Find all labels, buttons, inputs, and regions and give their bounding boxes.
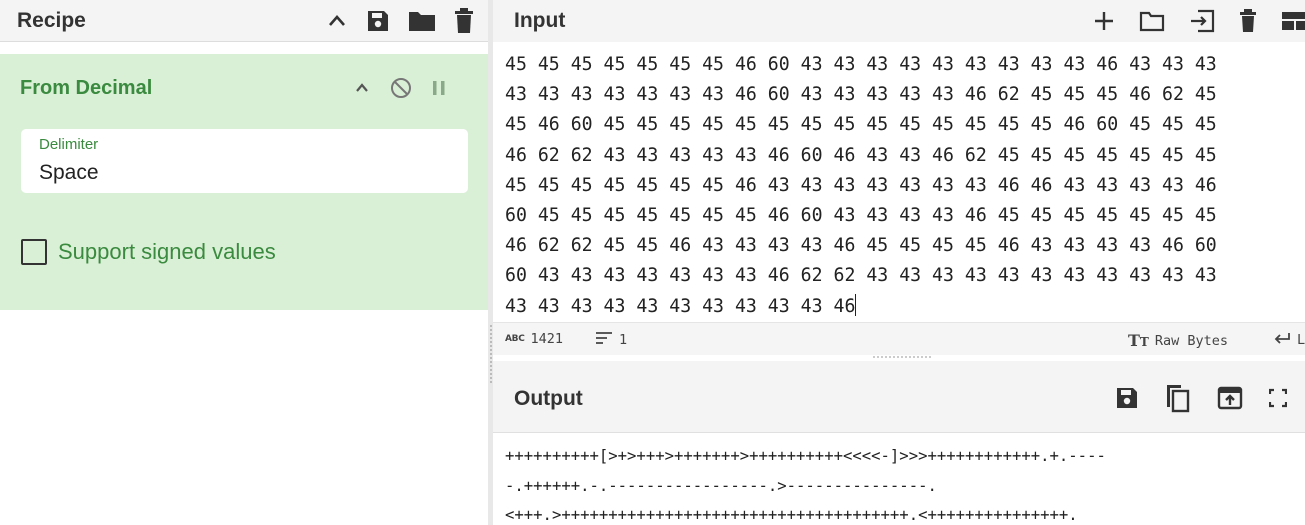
input-line: 46 62 62 43 43 43 43 43 46 60 46 43 43 4… bbox=[505, 144, 1217, 166]
char-count: 1421 bbox=[530, 331, 564, 347]
input-last-line-row: 43 43 43 43 43 43 43 43 43 43 46 bbox=[505, 292, 1295, 318]
save-icon[interactable] bbox=[366, 9, 390, 33]
operation-controls bbox=[354, 77, 446, 103]
output-line: ++++++++++[>+>+++>+++++++>++++++++++<<<<… bbox=[505, 447, 1106, 465]
return-arrow-icon bbox=[1273, 331, 1291, 349]
support-signed-values-label: Support signed values bbox=[58, 239, 276, 264]
pause-icon[interactable] bbox=[432, 79, 446, 101]
resize-grip bbox=[873, 356, 931, 358]
input-textarea[interactable]: 45 45 45 45 45 45 45 46 60 43 43 43 43 4… bbox=[505, 50, 1295, 318]
output-line: -.++++++.-.-----------------.>----------… bbox=[505, 476, 937, 495]
support-signed-values-option[interactable]: Support signed values bbox=[21, 239, 276, 265]
delimiter-value: Space bbox=[39, 161, 99, 184]
input-line: 45 45 45 45 45 45 45 46 60 43 43 43 43 4… bbox=[505, 54, 1217, 75]
output-text[interactable]: ++++++++++[>+>+++>+++++++>++++++++++<<<<… bbox=[505, 442, 1305, 525]
input-line: 46 62 62 45 45 46 43 43 43 43 46 45 45 4… bbox=[505, 235, 1217, 257]
input-header: Input bbox=[493, 0, 1305, 42]
trash-icon[interactable] bbox=[454, 7, 474, 34]
eol-selector[interactable]: L bbox=[1273, 331, 1305, 349]
disable-icon[interactable] bbox=[390, 77, 412, 103]
input-title: Input bbox=[514, 9, 566, 32]
trash-icon[interactable] bbox=[1239, 9, 1257, 33]
encoding-selector[interactable]: TT Raw Bytes bbox=[1128, 331, 1228, 350]
save-icon[interactable] bbox=[1115, 386, 1139, 410]
abc-icon: ABC bbox=[505, 334, 525, 344]
input-line: 60 43 43 43 43 43 43 43 46 62 62 43 43 4… bbox=[505, 265, 1217, 287]
recipe-pane: Recipe From Decimal Delimiter Space Supp… bbox=[0, 0, 488, 525]
folder-icon[interactable] bbox=[1139, 10, 1165, 32]
layout-icon[interactable] bbox=[1281, 10, 1305, 32]
input-line: 45 46 60 45 45 45 45 45 45 45 45 45 45 4… bbox=[505, 114, 1217, 136]
plus-icon[interactable] bbox=[1093, 10, 1115, 32]
input-status-bar: ABC 1421 1 TT Raw Bytes L bbox=[493, 322, 1305, 355]
recipe-title: Recipe bbox=[17, 8, 86, 32]
text-encoding-icon: TT bbox=[1128, 331, 1149, 350]
delimiter-field[interactable]: Delimiter Space bbox=[21, 129, 468, 193]
maximize-icon[interactable] bbox=[1269, 388, 1287, 408]
resize-grip bbox=[490, 325, 492, 383]
input-line: 60 45 45 45 45 45 45 45 46 60 43 43 43 4… bbox=[505, 205, 1217, 227]
recipe-header: Recipe bbox=[0, 0, 488, 42]
output-title: Output bbox=[514, 387, 583, 410]
lines-icon bbox=[595, 331, 613, 349]
line-count: 1 bbox=[619, 332, 628, 348]
import-icon[interactable] bbox=[1189, 9, 1215, 33]
copy-icon[interactable] bbox=[1165, 383, 1191, 413]
char-count-stat: ABC 1421 bbox=[505, 331, 563, 347]
input-toolbar bbox=[1093, 9, 1305, 33]
replace-input-icon[interactable] bbox=[1217, 385, 1243, 411]
input-line: 45 45 45 45 45 45 45 46 43 43 43 43 43 4… bbox=[505, 174, 1217, 196]
operation-title: From Decimal bbox=[20, 77, 153, 99]
input-line: 43 43 43 43 43 43 43 46 60 43 43 43 43 4… bbox=[505, 84, 1217, 106]
support-signed-values-checkbox[interactable] bbox=[21, 239, 47, 265]
delimiter-label: Delimiter bbox=[39, 136, 99, 153]
eol-label: L bbox=[1297, 332, 1305, 348]
chevron-up-icon[interactable] bbox=[326, 10, 348, 32]
output-line: <+++.>++++++++++++++++++++++++++++++++++… bbox=[505, 506, 1078, 524]
input-line: 43 43 43 43 43 43 43 43 43 43 46 bbox=[505, 295, 856, 317]
chevron-up-icon[interactable] bbox=[354, 80, 370, 100]
output-header: Output bbox=[493, 361, 1305, 433]
recipe-toolbar bbox=[326, 7, 474, 34]
folder-icon[interactable] bbox=[408, 9, 436, 33]
line-count-stat: 1 bbox=[595, 331, 627, 349]
output-toolbar bbox=[1115, 383, 1287, 413]
text-caret bbox=[855, 293, 857, 316]
encoding-label: Raw Bytes bbox=[1154, 332, 1228, 349]
input-pane: Input 45 45 45 45 45 45 45 46 60 43 43 4… bbox=[493, 0, 1305, 355]
